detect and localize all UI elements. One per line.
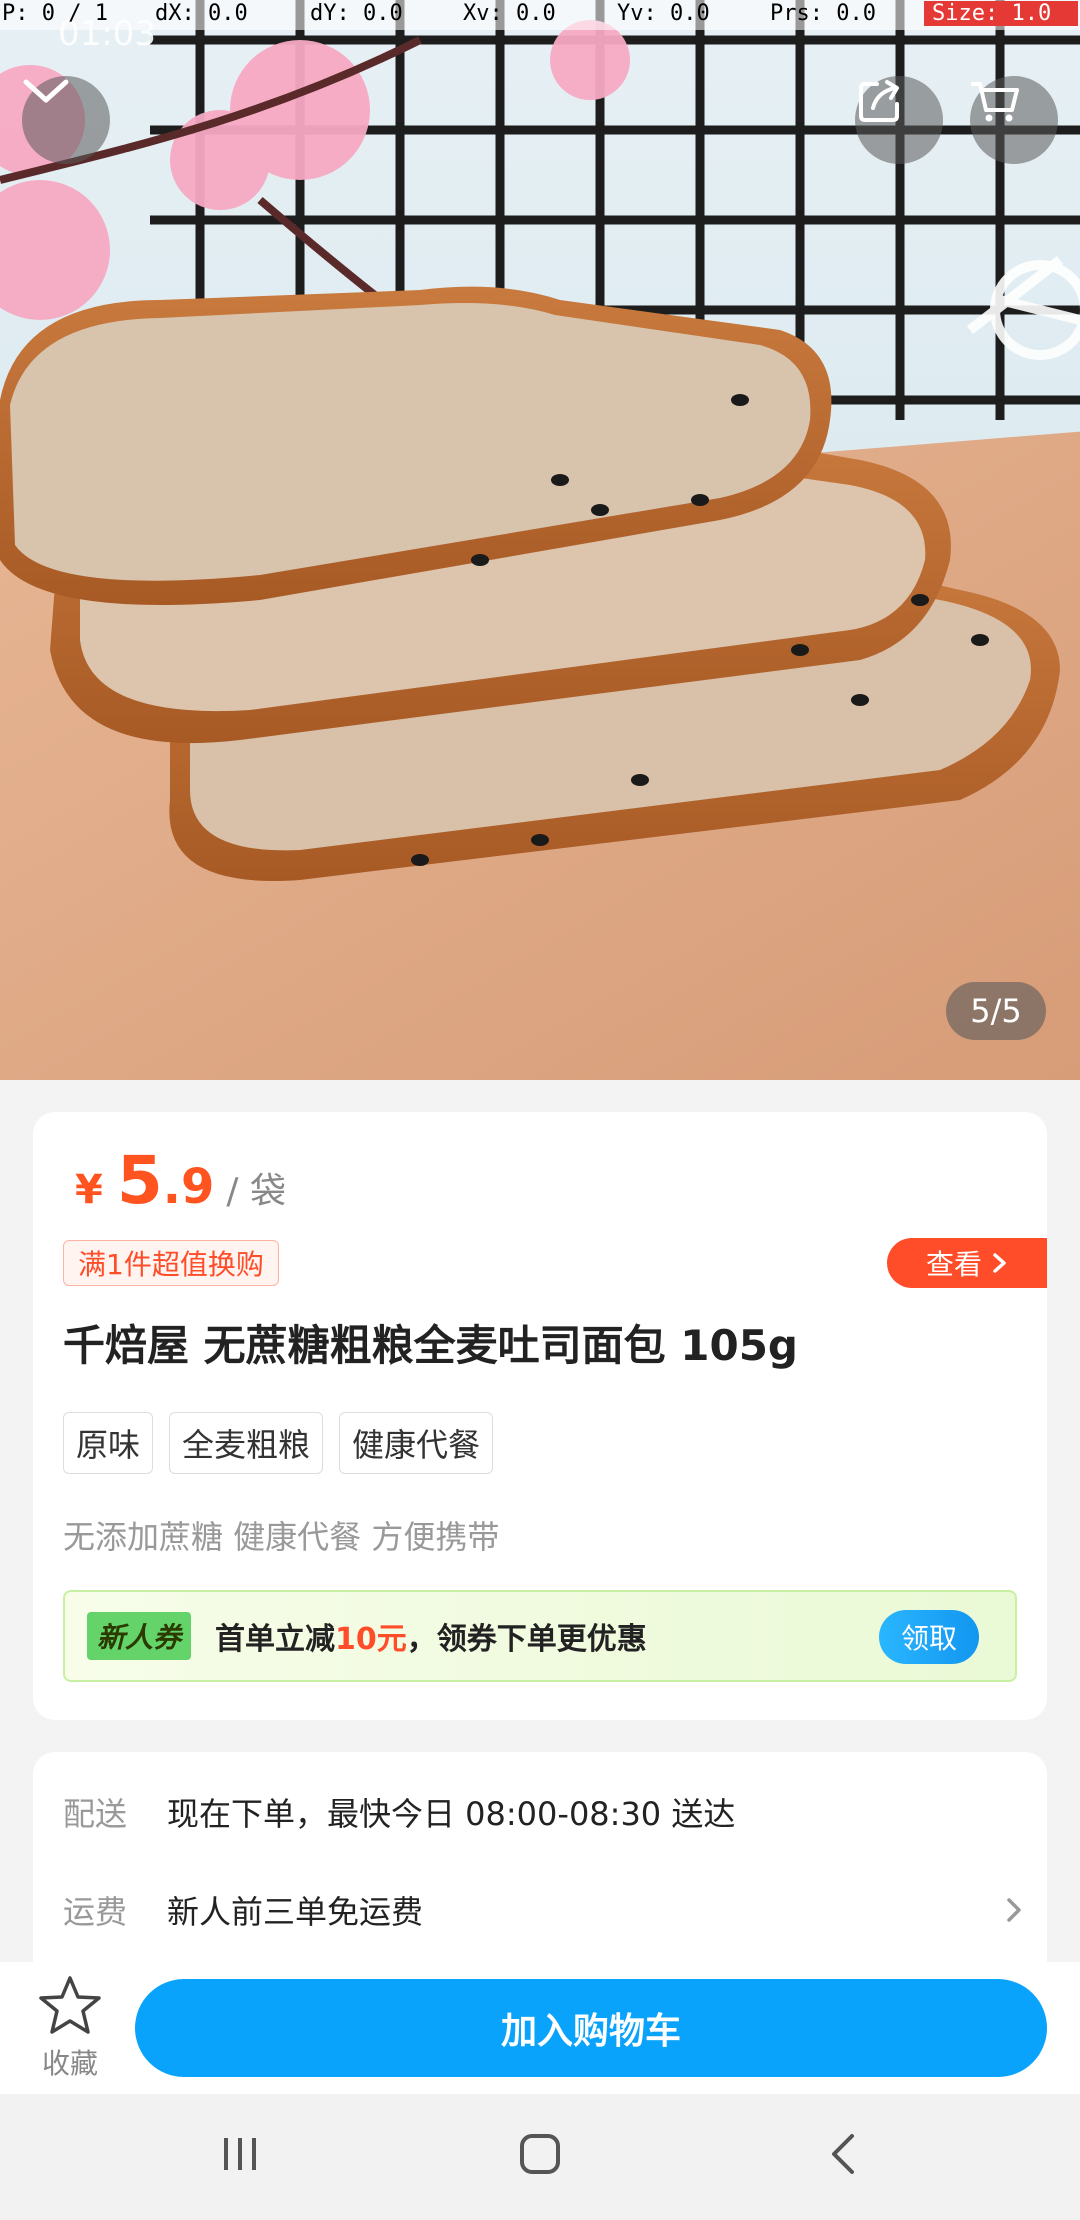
price: ¥ 5 .9 / 袋 (75, 1142, 286, 1219)
price-integer: 5 (116, 1142, 163, 1219)
debug-xv: Xv: 0.0 (463, 1, 556, 26)
favorite-button[interactable]: 收藏 (30, 1974, 110, 2082)
share-icon (859, 80, 899, 122)
gallery-pager: 5/5 (946, 982, 1046, 1040)
price-decimal: .9 (162, 1159, 215, 1215)
spec-tag[interactable]: 原味 (63, 1412, 154, 1474)
debug-p: P: 0 / 1 (2, 1, 108, 26)
product-photo (0, 0, 1080, 1080)
delivery-label: 配送 (63, 1795, 128, 1833)
delivery-row: 配送 现在下单，最快今日 08:00-08:30 送达 (63, 1780, 1023, 1844)
new-user-coupon-banner: 新人券 首单立减10元，领券下单更优惠 领取 (63, 1590, 1017, 1682)
debug-prs: Prs: 0.0 (770, 1, 876, 26)
coupon-text-before: 首单立减 (215, 1622, 336, 1657)
shipping-label: 运费 (63, 1893, 128, 1931)
system-navigation-bar (0, 2094, 1080, 2220)
recent-apps-icon[interactable] (218, 2132, 262, 2176)
chevron-right-icon (1007, 1898, 1021, 1922)
spec-tags: 原味 全麦粗粮 健康代餐 (63, 1412, 494, 1474)
claim-coupon-button[interactable]: 领取 (879, 1610, 979, 1664)
back-icon[interactable] (822, 2132, 866, 2176)
view-promo-label: 查看 (925, 1248, 982, 1281)
product-title: 千焙屋 无蔗糖粗粮全麦吐司面包 105g (63, 1321, 798, 1370)
coupon-text: 首单立减10元，领券下单更优惠 (215, 1614, 647, 1658)
coupon-text-after: ，领券下单更优惠 (406, 1622, 647, 1657)
debug-dy: dY: 0.0 (310, 1, 403, 26)
debug-size: Size: 1.0 (924, 1, 1078, 26)
add-to-cart-button[interactable]: 加入购物车 (135, 1979, 1047, 2077)
spec-tag[interactable]: 全麦粗粮 (169, 1412, 324, 1474)
product-image-gallery[interactable]: 01:03 5/5 (0, 0, 1080, 1080)
pointer-debug-bar: P: 0 / 1 dX: 0.0 dY: 0.0 Xv: 0.0 Yv: 0.0… (0, 0, 1080, 30)
favorite-label: 收藏 (41, 2047, 98, 2080)
shipping-row[interactable]: 运费 新人前三单免运费 (63, 1878, 1023, 1942)
home-icon[interactable] (518, 2132, 562, 2176)
coupon-badge: 新人券 (87, 1612, 192, 1660)
product-info-card: ¥ 5 .9 / 袋 满1件超值换购 查看 千焙屋 无蔗糖粗粮全麦吐司面包 10… (33, 1112, 1047, 1720)
share-button[interactable] (855, 76, 943, 164)
price-unit: / 袋 (226, 1171, 286, 1212)
chevron-down-icon (23, 79, 69, 103)
debug-dx: dX: 0.0 (155, 1, 248, 26)
promo-tag: 满1件超值换购 (63, 1240, 279, 1286)
view-promo-button[interactable]: 查看 (887, 1238, 1047, 1288)
delivery-card: 配送 现在下单，最快今日 08:00-08:30 送达 运费 新人前三单免运费 (33, 1752, 1047, 1992)
cart-button[interactable] (970, 76, 1058, 164)
product-detail-screen: 01:03 5/5 P: 0 / 1 dX: 0.0 dY: 0.0 Xv: 0… (0, 0, 1080, 2220)
debug-yv: Yv: 0.0 (617, 1, 710, 26)
spec-tag[interactable]: 健康代餐 (339, 1412, 494, 1474)
bottom-action-bar: 收藏 加入购物车 (0, 1962, 1080, 2094)
product-subtitle: 无添加蔗糖 健康代餐 方便携带 (63, 1518, 500, 1556)
delivery-value: 现在下单，最快今日 08:00-08:30 送达 (167, 1795, 736, 1833)
shipping-value: 新人前三单免运费 (167, 1893, 424, 1931)
chevron-right-icon (993, 1253, 1006, 1273)
star-icon (39, 1976, 101, 2034)
collapse-button[interactable] (22, 76, 110, 164)
cart-icon (971, 82, 1019, 122)
currency-symbol: ¥ (75, 1167, 103, 1213)
coupon-amount: 10元 (335, 1622, 407, 1657)
